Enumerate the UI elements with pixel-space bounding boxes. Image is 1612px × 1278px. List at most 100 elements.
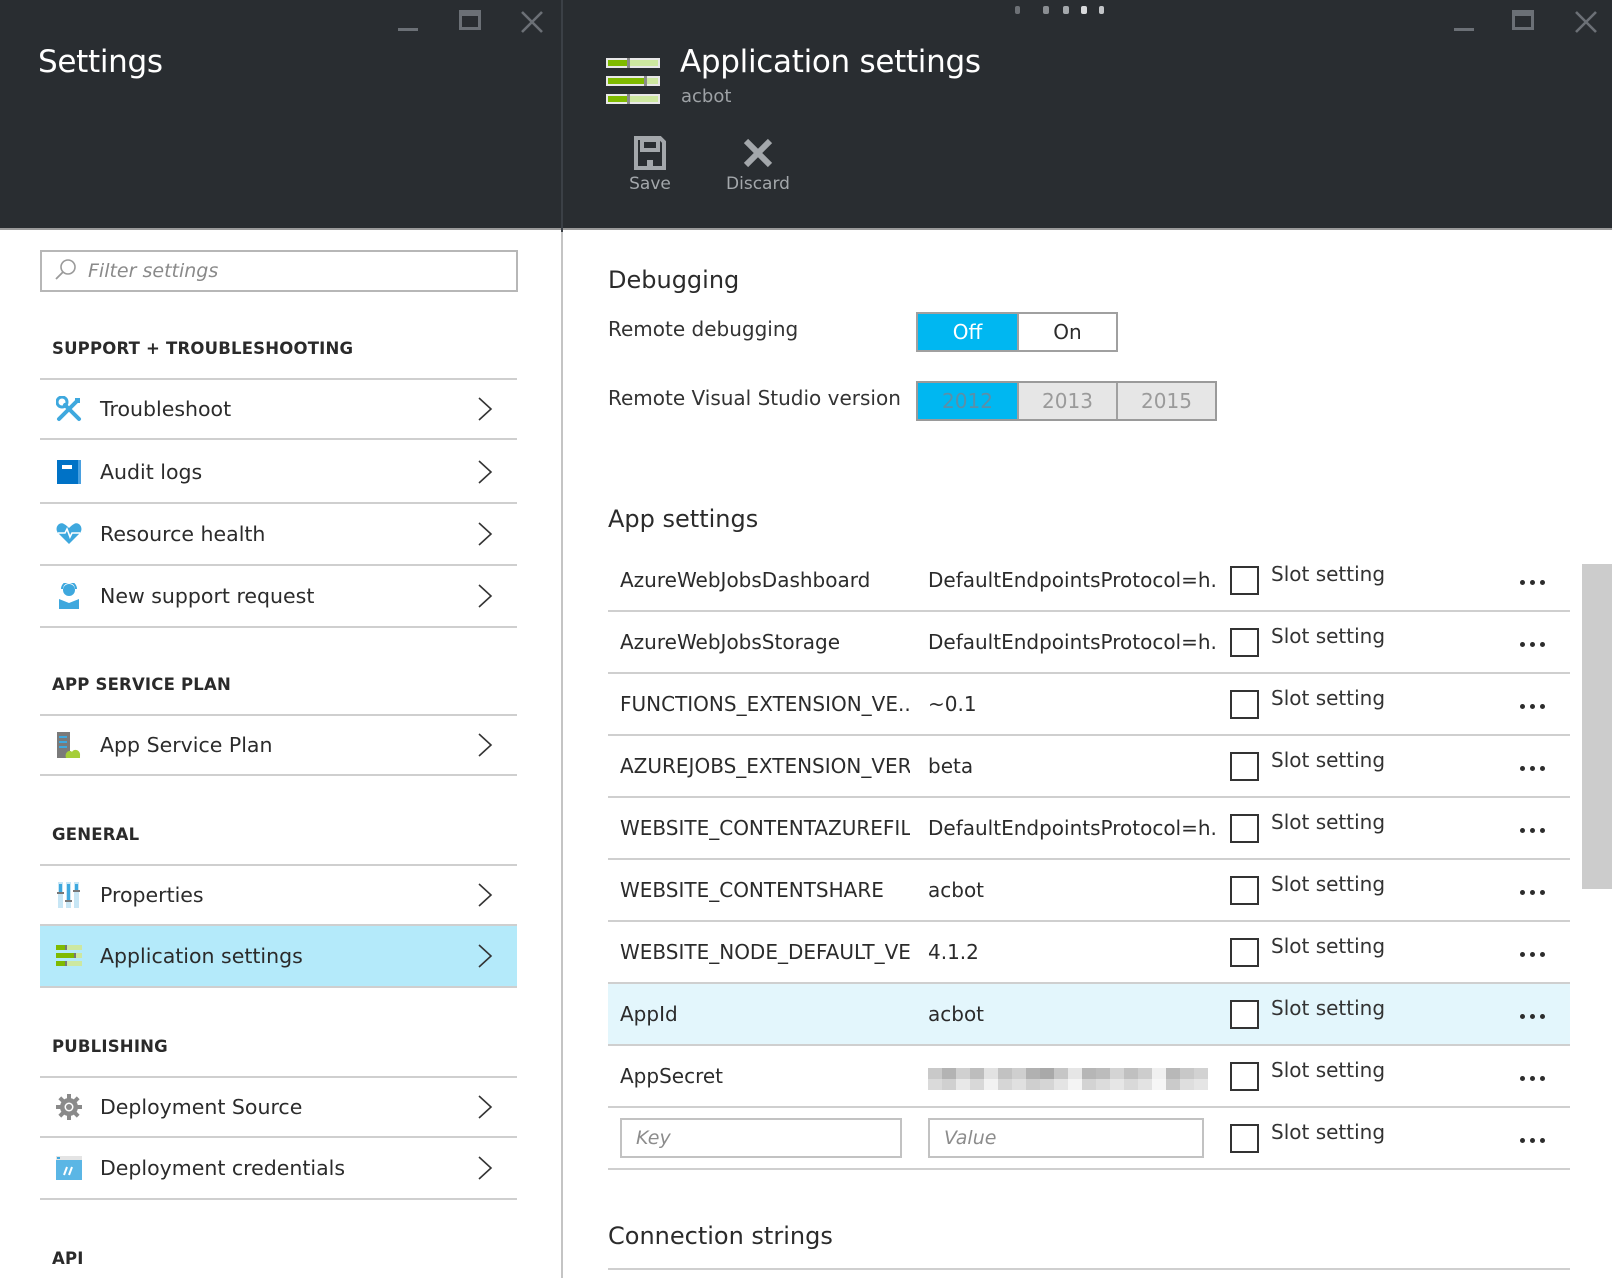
remote-debugging-off-option[interactable]: Off <box>918 314 1017 350</box>
more-options-icon[interactable] <box>1520 944 1552 964</box>
sidebar-item-label: Troubleshoot <box>100 397 232 421</box>
sidebar-item-app-service-plan[interactable]: App Service Plan <box>40 714 517 776</box>
setting-value[interactable]: DefaultEndpointsProtocol=h... <box>928 630 1218 654</box>
vs-version-2013-option[interactable]: 2013 <box>1017 383 1116 419</box>
slot-setting-checkbox[interactable] <box>1230 1000 1259 1029</box>
sidebar-item-application-settings[interactable]: Application settings <box>40 926 517 988</box>
remote-debugging-toggle[interactable]: Off On <box>916 312 1118 352</box>
setting-value[interactable]: beta <box>928 754 1218 778</box>
remote-debugging-label: Remote debugging <box>608 317 799 341</box>
setting-value[interactable]: DefaultEndpointsProtocol=h... <box>928 568 1218 592</box>
slot-setting-checkbox[interactable] <box>1230 814 1259 843</box>
sidebar-item-resource-health[interactable]: Resource health <box>40 504 517 566</box>
app-settings-blade-title: Application settings <box>680 44 981 80</box>
setting-key: FUNCTIONS_EXTENSION_VE... <box>620 692 910 716</box>
more-options-icon[interactable] <box>1520 820 1552 840</box>
sidebar-item-troubleshoot[interactable]: Troubleshoot <box>40 378 517 440</box>
section-label-api: API <box>52 1249 84 1268</box>
remote-vs-version-label: Remote Visual Studio version <box>608 386 901 410</box>
close-icon[interactable] <box>1572 8 1602 36</box>
table-row: AzureWebJobsDashboard DefaultEndpointsPr… <box>608 550 1570 612</box>
new-value-input[interactable] <box>928 1118 1204 1158</box>
slot-setting-label: Slot setting <box>1271 748 1386 772</box>
setting-key: AppSecret <box>620 1064 723 1088</box>
filter-settings-input[interactable] <box>88 260 488 282</box>
debugging-heading: Debugging <box>608 266 740 294</box>
sidebar-item-new-support-request[interactable]: New support request <box>40 566 517 628</box>
setting-key: AzureWebJobsDashboard <box>620 568 871 592</box>
app-settings-header-icon <box>606 58 660 104</box>
sidebar-item-label: App Service Plan <box>100 733 273 757</box>
wrench-screwdriver-icon <box>56 396 82 422</box>
setting-key: WEBSITE_CONTENTSHARE <box>620 878 884 902</box>
table-row: WEBSITE_NODE_DEFAULT_VE.. 4.1.2 Slot set… <box>608 922 1570 984</box>
more-options-icon[interactable] <box>1520 882 1552 902</box>
sidebar-item-deployment-source[interactable]: Deployment Source <box>40 1076 517 1138</box>
remote-vs-version-selector[interactable]: 2012 2013 2015 <box>916 381 1217 421</box>
setting-value[interactable]: acbot <box>928 878 1218 902</box>
server-cloud-icon <box>56 732 82 758</box>
slot-setting-checkbox[interactable] <box>1230 628 1259 657</box>
remote-debugging-on-option[interactable]: On <box>1017 314 1116 350</box>
slot-setting-label: Slot setting <box>1271 934 1386 958</box>
more-options-icon[interactable] <box>1520 1130 1552 1150</box>
table-row: WEBSITE_CONTENTAZUREFIL.. DefaultEndpoin… <box>608 798 1570 860</box>
more-options-icon[interactable] <box>1520 696 1552 716</box>
close-icon[interactable] <box>518 8 548 36</box>
blade-header-bar <box>0 0 1612 230</box>
slot-setting-checkbox[interactable] <box>1230 876 1259 905</box>
sidebar-item-properties[interactable]: Properties <box>40 864 517 926</box>
setting-key: AppId <box>620 1002 678 1026</box>
slot-setting-checkbox[interactable] <box>1230 938 1259 967</box>
table-row: AzureWebJobsStorage DefaultEndpointsProt… <box>608 612 1570 674</box>
slot-setting-checkbox[interactable] <box>1230 690 1259 719</box>
setting-value[interactable]: DefaultEndpointsProtocol=h... <box>928 816 1218 840</box>
maximize-icon[interactable] <box>457 8 487 36</box>
gear-icon <box>56 1094 82 1120</box>
more-options-icon[interactable] <box>1520 758 1552 778</box>
new-setting-row: Slot setting <box>608 1108 1570 1170</box>
maximize-icon[interactable] <box>1510 8 1540 36</box>
setting-key: WEBSITE_NODE_DEFAULT_VE.. <box>620 940 910 964</box>
more-options-icon[interactable] <box>1520 1068 1552 1088</box>
setting-value[interactable]: 4.1.2 <box>928 940 1218 964</box>
heart-pulse-icon <box>56 521 82 547</box>
table-row: AppId acbot Slot setting <box>608 984 1570 1046</box>
journey-dot <box>1063 6 1069 14</box>
discard-button[interactable]: Discard <box>718 136 798 194</box>
minimize-icon[interactable] <box>394 8 424 36</box>
slot-setting-checkbox[interactable] <box>1230 752 1259 781</box>
slot-setting-label: Slot setting <box>1271 562 1386 586</box>
connection-strings-divider <box>608 1268 1570 1270</box>
chevron-right-icon <box>477 1094 493 1120</box>
sidebar-item-label: Resource health <box>100 522 266 546</box>
table-row: AppSecret Slot setting <box>608 1046 1570 1108</box>
app-settings-table: AzureWebJobsDashboard DefaultEndpointsPr… <box>608 550 1570 1170</box>
vs-version-2015-option[interactable]: 2015 <box>1116 383 1215 419</box>
slot-setting-label: Slot setting <box>1271 686 1386 710</box>
vertical-scrollbar-thumb[interactable] <box>1582 564 1612 889</box>
vs-version-2012-option[interactable]: 2012 <box>918 383 1017 419</box>
setting-value[interactable]: acbot <box>928 1002 1218 1026</box>
slot-setting-checkbox[interactable] <box>1230 1062 1259 1091</box>
redacted-secret-value[interactable] <box>928 1068 1210 1090</box>
save-button[interactable]: Save <box>610 136 690 194</box>
setting-key: AzureWebJobsStorage <box>620 630 841 654</box>
more-options-icon[interactable] <box>1520 1006 1552 1026</box>
journey-dot <box>1043 6 1049 14</box>
filter-settings-field[interactable] <box>40 250 518 292</box>
section-label-general: GENERAL <box>52 825 140 844</box>
minimize-icon[interactable] <box>1450 8 1480 36</box>
discard-label: Discard <box>726 174 790 194</box>
table-row: FUNCTIONS_EXTENSION_VE... ~0.1 Slot sett… <box>608 674 1570 736</box>
more-options-icon[interactable] <box>1520 634 1552 654</box>
sidebar-item-deployment-credentials[interactable]: Deployment credentials <box>40 1138 517 1200</box>
sidebar-item-audit-logs[interactable]: Audit logs <box>40 442 517 504</box>
table-row: WEBSITE_CONTENTSHARE acbot Slot setting <box>608 860 1570 922</box>
slot-setting-checkbox[interactable] <box>1230 1124 1259 1153</box>
new-key-input[interactable] <box>620 1118 902 1158</box>
support-person-icon <box>56 583 82 609</box>
setting-value[interactable]: ~0.1 <box>928 692 1218 716</box>
more-options-icon[interactable] <box>1520 572 1552 592</box>
slot-setting-checkbox[interactable] <box>1230 566 1259 595</box>
